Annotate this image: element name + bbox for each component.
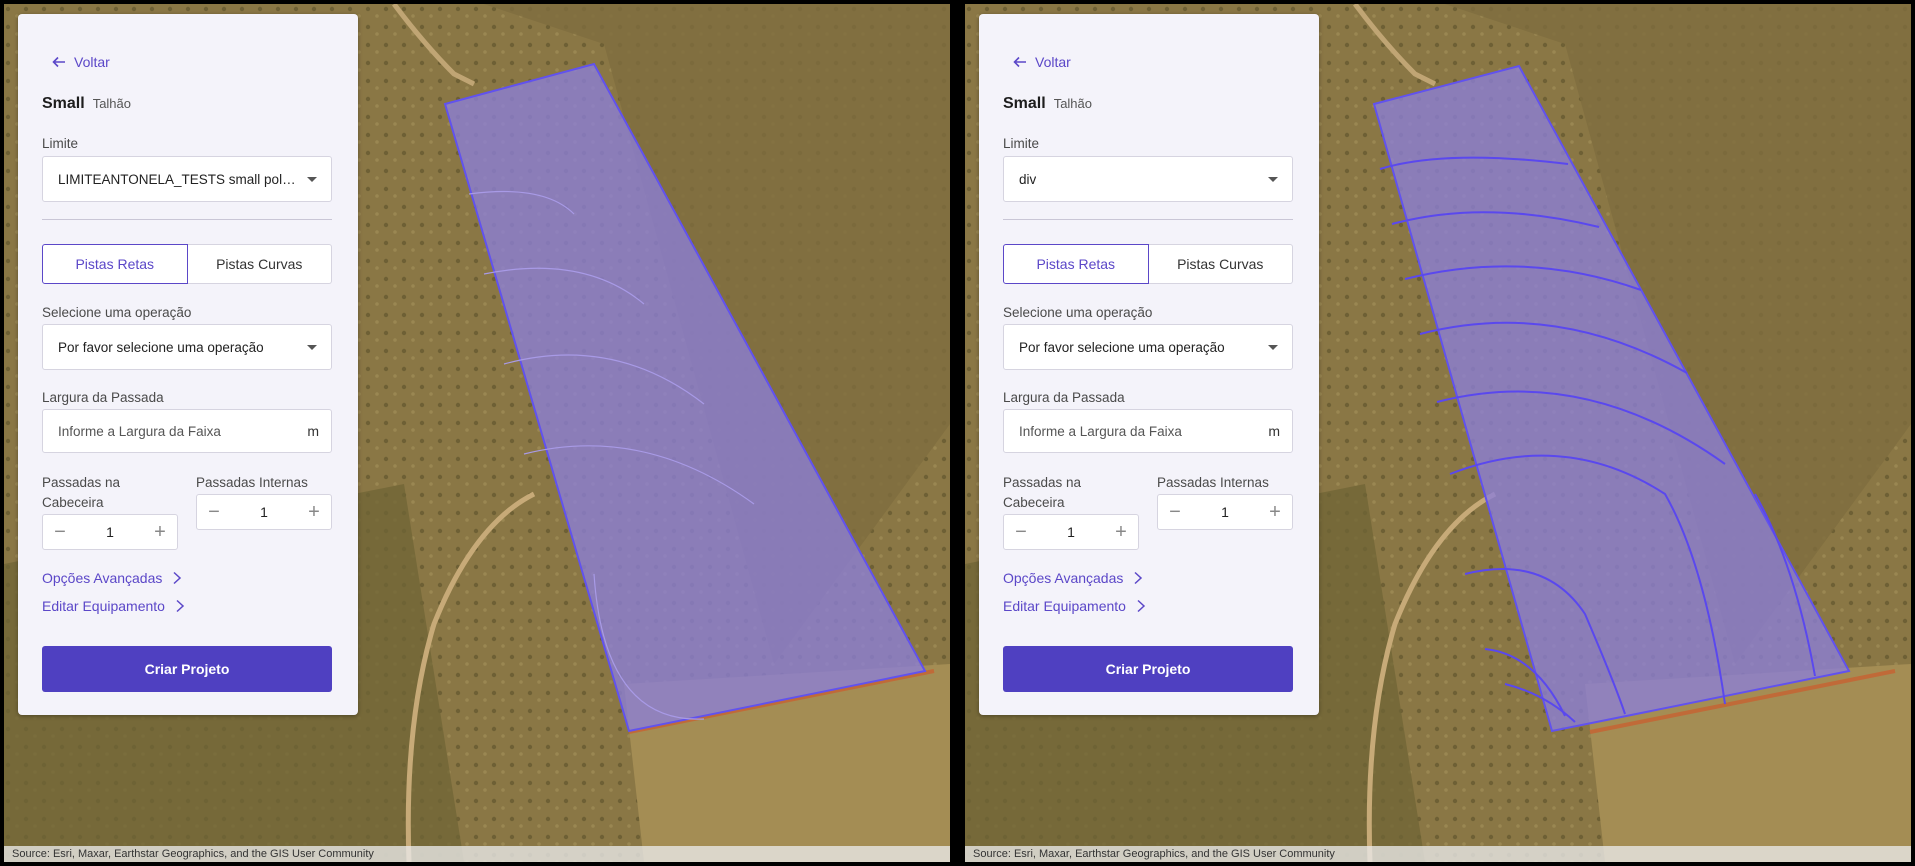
headland-passes-stepper: − 1 + (1003, 514, 1139, 550)
headland-passes-stepper: − 1 + (42, 514, 178, 550)
advanced-options-label: Opções Avançadas (1003, 570, 1124, 586)
tab-curved-tracks[interactable]: Pistas Curvas (187, 244, 332, 284)
internal-passes-stepper: − 1 + (1157, 494, 1293, 530)
plus-icon[interactable]: + (143, 515, 177, 549)
caret-down-icon (307, 345, 317, 350)
plus-icon[interactable]: + (1104, 515, 1138, 549)
headland-passes-value[interactable]: 1 (106, 524, 114, 540)
edit-equipment-label: Editar Equipamento (42, 598, 165, 614)
pass-width-input[interactable]: Informe a Largura da Faixa m (1003, 409, 1293, 453)
field-subtitle: Talhão (1053, 96, 1092, 111)
internal-passes-label: Passadas Internas (1157, 475, 1269, 490)
operation-select[interactable]: Por favor selecione uma operação (42, 324, 332, 370)
internal-passes-value[interactable]: 1 (1221, 504, 1229, 520)
minus-icon[interactable]: − (1158, 495, 1192, 529)
advanced-options-link[interactable]: Opções Avançadas (42, 570, 182, 586)
chevron-right-icon (176, 599, 185, 613)
operation-select[interactable]: Por favor selecione uma operação (1003, 324, 1293, 370)
divider (42, 219, 332, 220)
minus-icon[interactable]: − (43, 515, 77, 549)
internal-passes-label: Passadas Internas (196, 475, 308, 490)
plus-icon[interactable]: + (297, 495, 331, 529)
map-pane-left[interactable]: Voltar Small Talhão Limite LIMITEANTONEL… (4, 4, 950, 862)
limit-label: Limite (42, 136, 79, 151)
operation-placeholder: Por favor selecione uma operação (1019, 339, 1225, 355)
map-attribution: Source: Esri, Maxar, Earthstar Geographi… (4, 846, 950, 862)
project-panel: Voltar Small Talhão Limite LIMITEANTONEL… (18, 14, 358, 715)
operation-label: Selecione uma operação (42, 305, 192, 320)
pass-width-unit: m (307, 423, 319, 439)
minus-icon[interactable]: − (1004, 515, 1038, 549)
limit-value: div (1019, 171, 1037, 187)
headland-passes-value[interactable]: 1 (1067, 524, 1075, 540)
back-link[interactable]: Voltar (1013, 52, 1071, 72)
limit-select[interactable]: LIMITEANTONELA_TESTS small poly_boundary (42, 156, 332, 202)
pass-width-placeholder: Informe a Largura da Faixa (1019, 423, 1182, 439)
tab-curved-tracks[interactable]: Pistas Curvas (1148, 244, 1293, 284)
back-label: Voltar (1035, 54, 1071, 70)
pass-width-input[interactable]: Informe a Largura da Faixa m (42, 409, 332, 453)
arrow-left-icon (52, 56, 65, 68)
caret-down-icon (1268, 345, 1278, 350)
tab-straight-tracks[interactable]: Pistas Retas (42, 244, 188, 284)
advanced-options-label: Opções Avançadas (42, 570, 163, 586)
headland-passes-label: Passadas na Cabeceira (42, 475, 121, 510)
project-panel: Voltar Small Talhão Limite div Pistas Re… (979, 14, 1319, 715)
internal-passes-stepper: − 1 + (196, 494, 332, 530)
edit-equipment-link[interactable]: Editar Equipamento (42, 598, 185, 614)
back-label: Voltar (74, 54, 110, 70)
operation-label: Selecione uma operação (1003, 305, 1153, 320)
divider (1003, 219, 1293, 220)
chevron-right-icon (1137, 599, 1146, 613)
advanced-options-link[interactable]: Opções Avançadas (1003, 570, 1143, 586)
caret-down-icon (1268, 177, 1278, 182)
operation-placeholder: Por favor selecione uma operação (58, 339, 264, 355)
minus-icon[interactable]: − (197, 495, 231, 529)
field-subtitle: Talhão (92, 96, 131, 111)
pass-width-label: Largura da Passada (1003, 390, 1125, 405)
chevron-right-icon (173, 571, 182, 585)
create-project-button[interactable]: Criar Projeto (42, 646, 332, 692)
pass-width-label: Largura da Passada (42, 390, 164, 405)
back-link[interactable]: Voltar (52, 52, 110, 72)
create-project-button[interactable]: Criar Projeto (1003, 646, 1293, 692)
edit-equipment-link[interactable]: Editar Equipamento (1003, 598, 1146, 614)
caret-down-icon (307, 177, 317, 182)
chevron-right-icon (1134, 571, 1143, 585)
edit-equipment-label: Editar Equipamento (1003, 598, 1126, 614)
track-type-tabs: Pistas Retas Pistas Curvas (42, 244, 332, 284)
arrow-left-icon (1013, 56, 1026, 68)
map-attribution: Source: Esri, Maxar, Earthstar Geographi… (965, 846, 1911, 862)
field-title: Small (42, 95, 85, 112)
tab-straight-tracks[interactable]: Pistas Retas (1003, 244, 1149, 284)
limit-select[interactable]: div (1003, 156, 1293, 202)
track-type-tabs: Pistas Retas Pistas Curvas (1003, 244, 1293, 284)
limit-label: Limite (1003, 136, 1040, 151)
pass-width-placeholder: Informe a Largura da Faixa (58, 423, 221, 439)
internal-passes-value[interactable]: 1 (260, 504, 268, 520)
map-pane-right[interactable]: Voltar Small Talhão Limite div Pistas Re… (965, 4, 1911, 862)
field-title: Small (1003, 95, 1046, 112)
headland-passes-label: Passadas na Cabeceira (1003, 475, 1082, 510)
limit-value: LIMITEANTONELA_TESTS small poly_boundary (58, 171, 297, 187)
plus-icon[interactable]: + (1258, 495, 1292, 529)
pass-width-unit: m (1268, 423, 1280, 439)
